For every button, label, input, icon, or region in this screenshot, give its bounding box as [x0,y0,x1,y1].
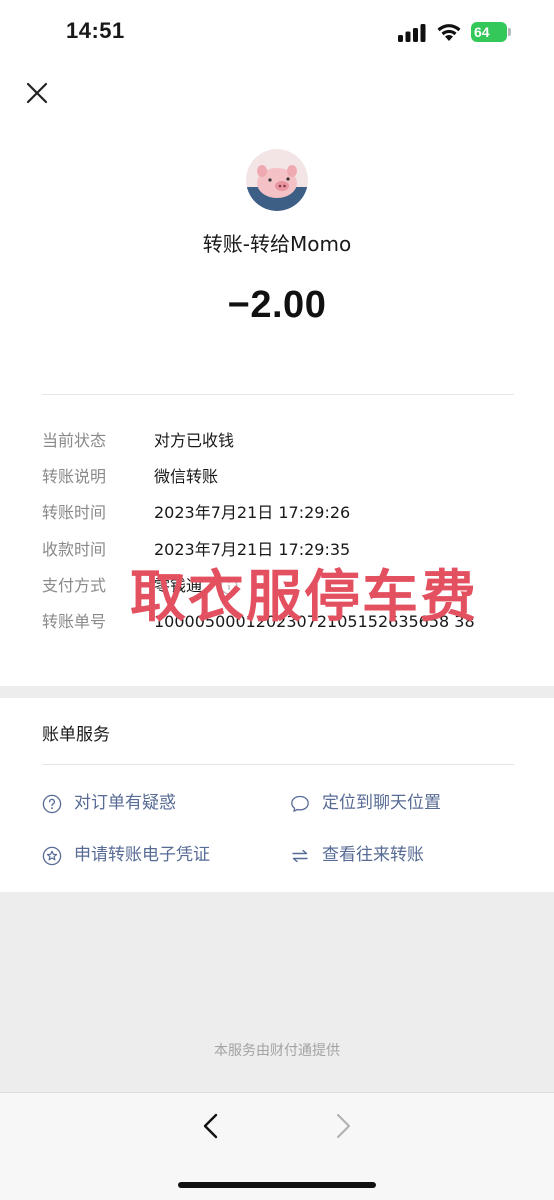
battery-level: 64 [471,22,507,42]
question-circle-icon [42,794,62,814]
status-bar: 14:51 64 [0,0,554,66]
detail-row-status: 当前状态 对方已收钱 [42,428,522,454]
bill-services-panel: 账单服务 对订单有疑惑 定位到聊天位置 申请转账电子凭证 查看往来转账 [0,698,554,892]
service-item-label: 定位到聊天位置 [322,793,441,813]
service-item-label: 查看往来转账 [322,845,424,865]
detail-label: 转账单号 [42,612,107,631]
chevron-left-icon[interactable] [196,1109,226,1143]
cellular-signal-icon [398,24,426,42]
home-indicator[interactable] [178,1182,376,1188]
chevron-right-icon[interactable] [328,1109,358,1143]
service-item-label: 对订单有疑惑 [74,793,176,813]
detail-label: 收款时间 [42,540,107,559]
provider-note: 本服务由财付通提供 [214,1043,340,1059]
chat-bubble-icon [291,795,309,812]
detail-label: 当前状态 [42,431,107,450]
detail-label: 转账说明 [42,467,107,486]
detail-value: 2023年7月21日 17:29:26 [154,503,351,522]
transfer-amount: −2.00 [227,284,327,326]
detail-row-transfer-time: 转账时间 2023年7月21日 17:29:26 [42,500,522,526]
close-icon[interactable] [20,76,54,110]
detail-value: 微信转账 [154,467,219,486]
bottom-nav-bar [0,1092,554,1200]
divider [42,394,514,395]
service-item-label: 申请转账电子凭证 [74,845,210,865]
divider [42,764,514,765]
services-title: 账单服务 [42,725,110,745]
transfer-title: 转账-转给Momo [202,232,352,256]
detail-label: 转账时间 [42,503,107,522]
detail-row-note: 转账说明 微信转账 [42,464,522,490]
star-badge-icon [42,846,62,866]
battery-cap [508,28,511,36]
overlay-annotation-text: 取衣服停车费 [130,565,478,630]
battery-indicator: 64 [471,22,511,42]
avatar[interactable] [246,149,308,211]
status-time: 14:51 [66,18,125,43]
wifi-icon [437,24,461,41]
transfer-arrows-icon [292,849,308,863]
detail-label: 支付方式 [42,576,107,595]
detail-value: 对方已收钱 [154,431,235,450]
